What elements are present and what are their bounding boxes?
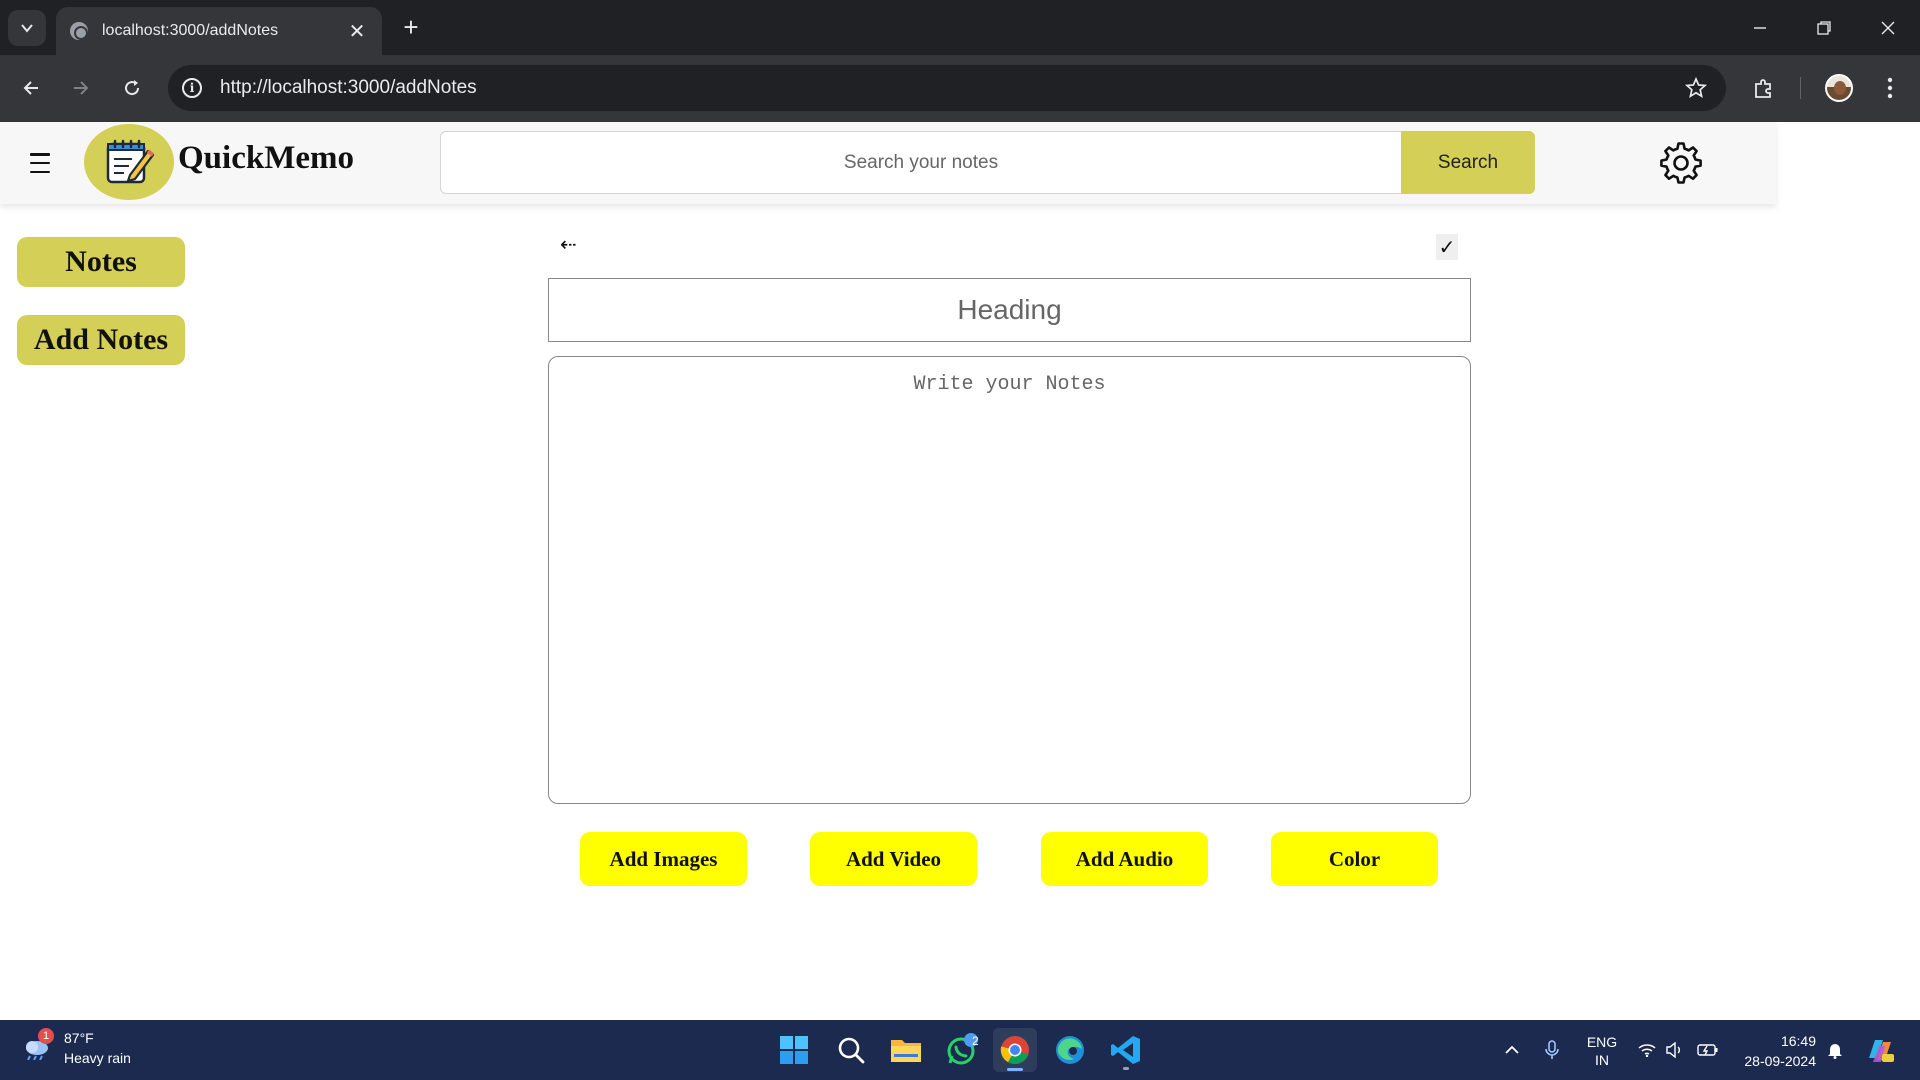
- weather-description: Heavy rain: [64, 1050, 131, 1066]
- close-icon: [1881, 21, 1895, 35]
- puzzle-icon: [1755, 79, 1771, 98]
- heading-input[interactable]: [548, 278, 1471, 342]
- edge-button[interactable]: [1048, 1028, 1092, 1072]
- whatsapp-badge: 2: [972, 1034, 979, 1048]
- chrome-button[interactable]: [993, 1028, 1037, 1072]
- new-tab-button[interactable]: +: [396, 12, 426, 42]
- sidebar-item-notes[interactable]: Notes: [17, 237, 185, 287]
- logo: [84, 124, 174, 200]
- close-window-button[interactable]: [1870, 10, 1906, 46]
- windows-start-icon: [780, 1036, 808, 1064]
- weather-widget[interactable]: 1 87°F Heavy rain: [22, 1028, 182, 1072]
- search-button[interactable]: Search: [1401, 131, 1535, 194]
- globe-icon: [70, 22, 88, 40]
- speaker-icon: [1666, 1042, 1680, 1058]
- minimize-icon: [1754, 27, 1766, 29]
- hamburger-menu-icon[interactable]: [30, 153, 50, 173]
- site-info-icon[interactable]: i: [182, 78, 202, 98]
- address-bar[interactable]: i http://localhost:3000/addNotes: [168, 65, 1726, 111]
- language-indicator[interactable]: ENG IN: [1582, 1033, 1622, 1069]
- add-video-button[interactable]: Add Video: [810, 832, 977, 886]
- reload-button[interactable]: [114, 70, 150, 106]
- reload-icon: [125, 80, 140, 96]
- app-header: QuickMemo Search: [0, 122, 1776, 204]
- browser-toolbar: i http://localhost:3000/addNotes: [0, 55, 1920, 122]
- whatsapp-button[interactable]: 2: [940, 1028, 984, 1072]
- weather-badge: 1: [38, 1028, 54, 1044]
- clock-time: 16:49: [1780, 1033, 1816, 1049]
- extensions-button[interactable]: [1746, 70, 1782, 106]
- copilot-button[interactable]: [1862, 1020, 1898, 1080]
- add-audio-button[interactable]: Add Audio: [1041, 832, 1208, 886]
- brand-name: QuickMemo: [178, 140, 354, 176]
- notes-textarea[interactable]: [548, 356, 1471, 804]
- edge-icon: [1056, 1036, 1084, 1064]
- arrow-right-icon: [74, 81, 89, 95]
- wifi-icon: [1638, 1044, 1656, 1057]
- arrow-left-icon: [23, 81, 38, 95]
- taskbar: 1 87°F Heavy rain 2 ENG IN 16:49 28-09-2…: [0, 1020, 1920, 1080]
- chevron-up-icon: [1505, 1045, 1519, 1054]
- browser-tab[interactable]: localhost:3000/addNotes ✕: [56, 7, 382, 55]
- tab-title: localhost:3000/addNotes: [102, 22, 279, 39]
- vscode-button[interactable]: [1104, 1028, 1148, 1072]
- toolbar-divider: [1800, 77, 1801, 99]
- bookmark-star-icon[interactable]: [1684, 76, 1708, 105]
- system-clock[interactable]: 16:49 28-09-2024: [1732, 1031, 1816, 1071]
- back-button[interactable]: [13, 70, 49, 106]
- microphone-icon: [1545, 1040, 1559, 1059]
- color-button[interactable]: Color: [1271, 832, 1438, 886]
- restore-icon: [1817, 21, 1831, 35]
- weather-temperature: 87°F: [64, 1030, 94, 1046]
- browser-menu-button[interactable]: [1872, 70, 1908, 106]
- add-images-button[interactable]: Add Images: [580, 832, 747, 886]
- clock-date: 28-09-2024: [1744, 1053, 1816, 1069]
- start-button[interactable]: [772, 1028, 816, 1072]
- avatar: [1825, 74, 1853, 102]
- show-hidden-icons-button[interactable]: [1500, 1020, 1524, 1080]
- bell-icon: [1828, 1044, 1842, 1059]
- vscode-icon: [1111, 1036, 1140, 1064]
- tab-search-button[interactable]: [8, 10, 46, 46]
- back-arrow-button[interactable]: ⇠: [560, 232, 577, 256]
- active-indicator: [1007, 1068, 1023, 1071]
- browser-tab-strip: localhost:3000/addNotes ✕ +: [0, 0, 1920, 55]
- language-code: ENG: [1586, 1034, 1618, 1050]
- battery-button[interactable]: [1696, 1020, 1720, 1080]
- language-region: IN: [1595, 1052, 1609, 1068]
- address-url[interactable]: http://localhost:3000/addNotes: [220, 77, 477, 99]
- taskbar-search-button[interactable]: [829, 1028, 873, 1072]
- profile-button[interactable]: [1821, 70, 1857, 106]
- running-indicator: [1123, 1067, 1129, 1070]
- sidebar-item-add-notes[interactable]: Add Notes: [17, 315, 185, 365]
- file-explorer-button[interactable]: [884, 1028, 928, 1072]
- notifications-button[interactable]: [1824, 1020, 1846, 1080]
- wifi-button[interactable]: [1636, 1020, 1658, 1080]
- more-vertical-icon: [1887, 77, 1893, 99]
- app-page: QuickMemo Search Notes Add Notes ⇠ ✓ Add…: [0, 122, 1920, 1020]
- restore-button[interactable]: [1806, 10, 1842, 46]
- volume-button[interactable]: [1664, 1020, 1686, 1080]
- notepad-pencil-icon: [106, 139, 155, 184]
- settings-gear-icon[interactable]: [1660, 142, 1702, 184]
- search-icon: [838, 1037, 865, 1064]
- search-input[interactable]: [440, 131, 1402, 194]
- microphone-button[interactable]: [1540, 1020, 1564, 1080]
- battery-charging-icon: [1697, 1044, 1718, 1056]
- save-check-button[interactable]: ✓: [1436, 234, 1458, 260]
- chevron-down-icon: [21, 24, 33, 33]
- copilot-icon: [1869, 1040, 1894, 1062]
- tab-close-button[interactable]: ✕: [346, 19, 368, 44]
- folder-icon: [891, 1040, 921, 1062]
- forward-button[interactable]: [63, 70, 99, 106]
- minimize-button[interactable]: [1742, 10, 1778, 46]
- chrome-icon: [1000, 1036, 1029, 1064]
